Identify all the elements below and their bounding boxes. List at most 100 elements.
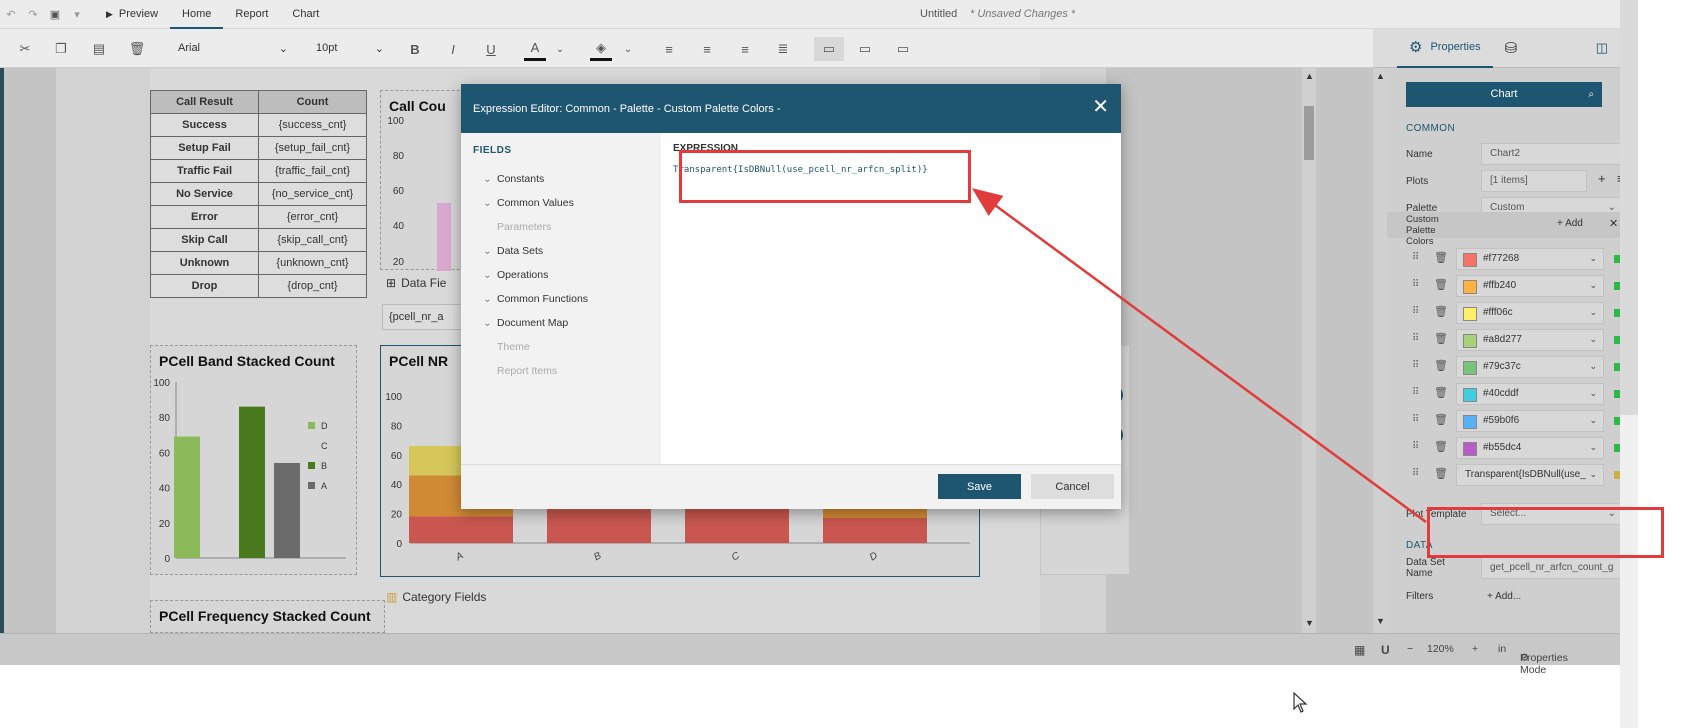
panel-collapse-icon[interactable]: ◫: [1596, 40, 1608, 56]
trash-icon[interactable]: 🗑: [1434, 278, 1448, 291]
close-icon[interactable]: ✕: [1092, 96, 1109, 118]
drag-handle-icon[interactable]: ⠿: [1412, 252, 1419, 263]
panel-scrollbar[interactable]: ▲ ▼: [1373, 68, 1387, 633]
custom-color-row[interactable]: ⠿ 🗑 #b55dc4 ⌄: [1406, 437, 1626, 459]
save-button[interactable]: Save: [938, 474, 1021, 499]
tab-data[interactable]: ⛁: [1493, 29, 1530, 68]
redo-icon[interactable]: ↷: [22, 0, 44, 29]
tree-item-document-map[interactable]: ⌄ Document Map: [483, 317, 568, 329]
trash-icon[interactable]: 🗑: [1434, 440, 1448, 453]
zoom-in-icon[interactable]: +: [1472, 643, 1478, 655]
dataset-select[interactable]: get_pcell_nr_arfcn_count_g: [1481, 557, 1623, 579]
cancel-button[interactable]: Cancel: [1031, 474, 1114, 499]
trash-icon[interactable]: 🗑: [1434, 413, 1448, 426]
menu-chart[interactable]: Chart: [280, 0, 331, 29]
justify-icon[interactable]: ≣: [772, 37, 794, 61]
snap-icon[interactable]: U: [1381, 643, 1390, 657]
data-field-chip[interactable]: {pcell_nr_a: [382, 304, 462, 330]
filters-add-button[interactable]: + Add...: [1487, 591, 1521, 602]
unit-label[interactable]: in: [1498, 643, 1506, 655]
plots-field[interactable]: [1 items]: [1481, 170, 1587, 192]
close-icon[interactable]: ✕: [1609, 217, 1618, 230]
menu-home[interactable]: Home: [170, 0, 224, 29]
fill-color-icon[interactable]: ◈: [590, 37, 612, 61]
align-right-icon[interactable]: ≡: [734, 37, 756, 61]
scroll-down-icon[interactable]: ▼: [1305, 618, 1314, 628]
tab-properties[interactable]: ⚙ Properties: [1397, 29, 1493, 68]
tree-item-common-functions[interactable]: ⌄ Common Functions: [483, 293, 588, 305]
trash-icon[interactable]: 🗑: [1434, 332, 1448, 345]
window-scroll-thumb[interactable]: [1620, 0, 1638, 415]
save-dropdown-icon[interactable]: ▾: [66, 0, 88, 29]
font-size-select[interactable]: 10pt ⌄: [316, 38, 384, 58]
trash-icon[interactable]: 🗑: [1434, 359, 1448, 372]
tree-item-data-sets[interactable]: ⌄ Data Sets: [483, 245, 543, 257]
trash-icon[interactable]: 🗑: [1434, 386, 1448, 399]
color-select[interactable]: #59b0f6 ⌄: [1456, 410, 1604, 432]
drag-handle-icon[interactable]: ⠿: [1412, 279, 1419, 290]
color-select[interactable]: #f77268 ⌄: [1456, 248, 1604, 270]
drag-handle-icon[interactable]: ⠿: [1412, 441, 1419, 452]
scroll-thumb[interactable]: [1304, 106, 1314, 160]
chevron-down-icon[interactable]: ⌄: [620, 37, 636, 61]
color-select[interactable]: #b55dc4 ⌄: [1456, 437, 1604, 459]
cut-icon[interactable]: ✂: [14, 37, 36, 61]
custom-color-row[interactable]: ⠿ 🗑 #f77268 ⌄: [1406, 248, 1626, 270]
scroll-down-icon[interactable]: ▼: [1376, 616, 1385, 626]
zoom-out-icon[interactable]: −: [1407, 643, 1413, 655]
canvas-vertical-scrollbar[interactable]: ▲ ▼: [1302, 68, 1316, 633]
align-left-icon[interactable]: ≡: [658, 37, 680, 61]
paste-icon[interactable]: ▤: [88, 37, 110, 61]
custom-color-expression-row[interactable]: ⠿ 🗑 Transparent{IsDBNull(use_ ⌄: [1406, 464, 1626, 486]
valign-middle-icon[interactable]: ▭: [854, 37, 876, 61]
name-field[interactable]: Chart2: [1481, 143, 1623, 165]
scroll-up-icon[interactable]: ▲: [1376, 71, 1385, 81]
bold-icon[interactable]: B: [404, 37, 426, 61]
drag-handle-icon[interactable]: ⠿: [1412, 468, 1419, 479]
scroll-up-icon[interactable]: ▲: [1305, 71, 1314, 81]
frequency-stacked-chart[interactable]: PCell Frequency Stacked Count: [150, 600, 385, 633]
drag-handle-icon[interactable]: ⠿: [1412, 414, 1419, 425]
panel-search[interactable]: Chart ⌕: [1406, 82, 1602, 107]
tree-item-operations[interactable]: ⌄ Operations: [483, 269, 548, 281]
color-select[interactable]: #40cddf ⌄: [1456, 383, 1604, 405]
window-scrollbar[interactable]: [1620, 0, 1638, 728]
valign-top-icon[interactable]: ▭: [814, 37, 844, 61]
font-color-icon[interactable]: A: [524, 37, 546, 61]
trash-icon[interactable]: 🗑: [1434, 467, 1448, 480]
chevron-down-icon[interactable]: ⌄: [552, 37, 568, 61]
custom-color-row[interactable]: ⠿ 🗑 #fff06c ⌄: [1406, 302, 1626, 324]
underline-icon[interactable]: U: [480, 37, 502, 61]
trash-icon[interactable]: 🗑: [1434, 305, 1448, 318]
color-select[interactable]: #a8d277 ⌄: [1456, 329, 1604, 351]
italic-icon[interactable]: I: [442, 37, 464, 61]
drag-handle-icon[interactable]: ⠿: [1412, 387, 1419, 398]
drag-handle-icon[interactable]: ⠿: [1412, 333, 1419, 344]
trash-icon[interactable]: 🗑: [1434, 251, 1448, 264]
font-family-select[interactable]: Arial ⌄: [178, 38, 288, 58]
menu-report[interactable]: Report: [223, 0, 280, 29]
menu-preview[interactable]: ▶ Preview: [88, 0, 170, 29]
color-select[interactable]: #79c37c ⌄: [1456, 356, 1604, 378]
add-color-button[interactable]: + Add: [1557, 218, 1583, 229]
custom-color-row[interactable]: ⠿ 🗑 #79c37c ⌄: [1406, 356, 1626, 378]
custom-color-row[interactable]: ⠿ 🗑 #59b0f6 ⌄: [1406, 410, 1626, 432]
custom-color-row[interactable]: ⠿ 🗑 #a8d277 ⌄: [1406, 329, 1626, 351]
color-select[interactable]: #ffb240 ⌄: [1456, 275, 1604, 297]
custom-color-row[interactable]: ⠿ 🗑 #ffb240 ⌄: [1406, 275, 1626, 297]
call-result-table[interactable]: Call Result Count Success {success_cnt} S…: [150, 90, 367, 298]
color-expression-select[interactable]: Transparent{IsDBNull(use_ ⌄: [1456, 464, 1604, 486]
custom-color-row[interactable]: ⠿ 🗑 #40cddf ⌄: [1406, 383, 1626, 405]
drag-handle-icon[interactable]: ⠿: [1412, 360, 1419, 371]
align-center-icon[interactable]: ≡: [696, 37, 718, 61]
delete-icon[interactable]: 🗑: [126, 37, 148, 61]
zoom-level[interactable]: 120%: [1427, 643, 1454, 655]
grid-icon[interactable]: ▦: [1354, 643, 1365, 657]
copy-icon[interactable]: ❐: [50, 37, 72, 61]
add-plot-icon[interactable]: +: [1598, 171, 1606, 186]
undo-icon[interactable]: ↶: [0, 0, 22, 29]
save-icon[interactable]: ▣: [44, 0, 66, 29]
tree-item-constants[interactable]: ⌄ Constants: [483, 173, 544, 185]
color-select[interactable]: #fff06c ⌄: [1456, 302, 1604, 324]
tree-item-common-values[interactable]: ⌄ Common Values: [483, 197, 574, 209]
